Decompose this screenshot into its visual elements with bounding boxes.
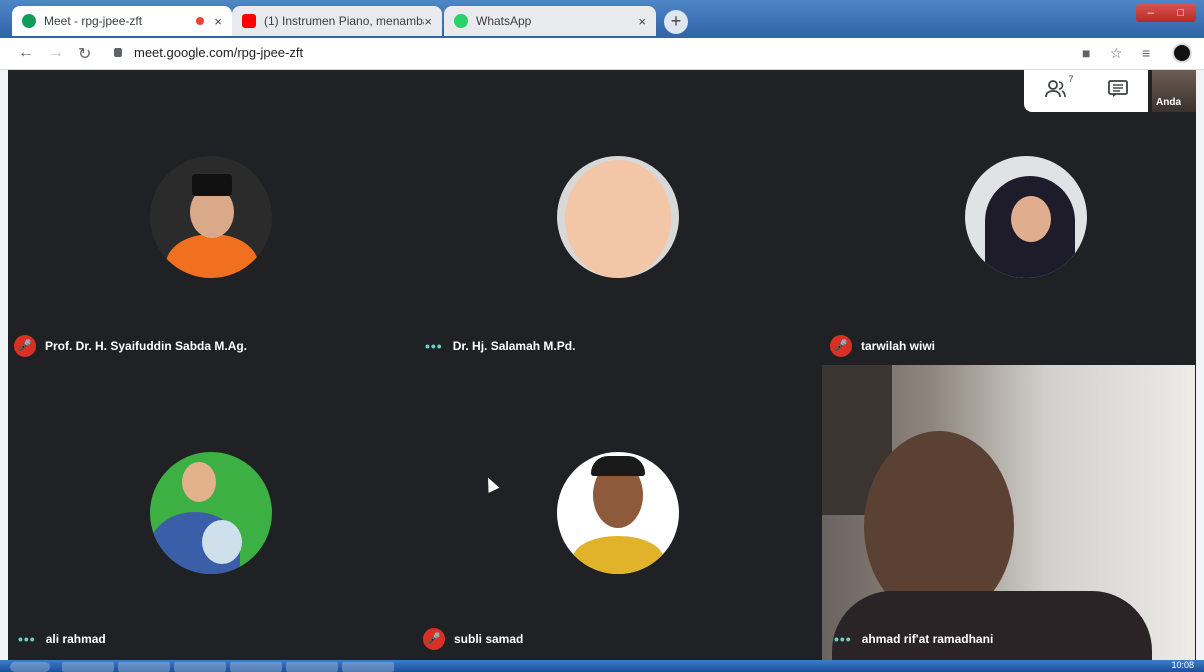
tab-title: (1) Instrumen Piano, menambahk [264,14,425,28]
people-icon[interactable]: 7 [1044,74,1074,103]
os-taskbar: 10:08 [0,660,1204,672]
speaking-dots-icon: ••• [18,631,36,647]
tab-whatsapp[interactable]: WhatsApp × [444,6,656,36]
chat-icon[interactable] [1107,79,1128,103]
star-icon[interactable]: ☆ [1110,45,1123,62]
taskbar-start-button[interactable] [10,662,50,672]
participant-avatar-3 [965,156,1087,278]
avatar-face [565,160,671,278]
participant-video-6 [822,365,1195,660]
people-count: 7 [1068,73,1074,84]
taskbar-app-button[interactable] [342,662,394,672]
left-border [0,70,8,660]
youtube-favicon-icon [242,14,256,28]
browser-tab-strip: Meet - rpg-jpee-zft × (1) Instrumen Pian… [0,0,1204,38]
participant-name: tarwilah wiwi [861,339,936,353]
browser-toolbar: ← → ↻ meet.google.com/rpg-jpee-zft ■ ☆ ≡ [0,38,1204,70]
new-tab-button[interactable]: + [664,10,688,34]
whatsapp-favicon-icon [454,14,468,28]
camera-indicator-icon[interactable]: ■ [1082,45,1090,61]
speaking-dots-icon: ••• [425,338,443,354]
taskbar-app-button[interactable] [230,662,282,672]
participant-avatar-1 [150,156,272,278]
maximize-icon[interactable]: □ [1178,7,1185,19]
avatar-baby [202,520,242,564]
meet-top-panel: 7 [1024,70,1148,112]
taskbar-app-button[interactable] [118,662,170,672]
participant-name: Dr. Hj. Salamah M.Pd. [452,339,576,353]
reload-icon[interactable]: ↻ [78,44,91,64]
participant-avatar-2 [557,156,679,278]
participant-avatar-4 [150,452,272,574]
address-bar[interactable]: meet.google.com/rpg-jpee-zft [114,45,303,60]
forward-arrow-icon[interactable]: → [48,44,64,62]
mic-off-icon: 🎤 [423,628,445,650]
media-queue-icon[interactable]: ≡ [1142,45,1150,61]
tab-close-icon[interactable]: × [638,14,646,29]
taskbar-app-button[interactable] [286,662,338,672]
avatar-hair [591,456,645,476]
tab-title: Meet - rpg-jpee-zft [44,14,143,28]
tab-meet[interactable]: Meet - rpg-jpee-zft × [12,6,232,36]
minimize-icon[interactable]: – [1148,7,1154,19]
tab-youtube[interactable]: (1) Instrumen Piano, menambahk × [232,6,442,36]
avatar-body [166,234,258,278]
participant-name: ahmad rif'at ramadhani [861,632,994,646]
avatar-body [573,536,663,574]
participant-name-row-5: 🎤 subli samad [423,627,523,651]
avatar-cap [192,174,232,196]
speaking-dots-icon: ••• [834,631,852,647]
participant-name: Prof. Dr. H. Syaifuddin Sabda M.Ag. [45,339,248,353]
participant-name: ali rahmad [45,632,106,646]
mic-off-icon: 🎤 [14,335,36,357]
lock-icon [114,48,122,57]
participant-name-row-6: ••• ahmad rif'at ramadhani [830,627,993,651]
participant-name-row-1: 🎤 Prof. Dr. H. Syaifuddin Sabda M.Ag. [14,334,247,358]
tab-close-icon[interactable]: × [214,14,222,29]
self-view-label: Anda [1156,97,1181,108]
taskbar-app-button[interactable] [174,662,226,672]
participant-name: subli samad [454,632,524,646]
profile-avatar[interactable] [1172,43,1192,63]
participant-name-row-3: 🎤 tarwilah wiwi [830,334,935,358]
participant-avatar-5 [557,452,679,574]
avatar-face [1011,196,1051,242]
tab-close-icon[interactable]: × [424,14,432,29]
back-arrow-icon[interactable]: ← [18,44,34,62]
right-border [1196,70,1204,660]
mic-off-icon: 🎤 [830,335,852,357]
recording-dot-icon [196,17,205,25]
window-controls[interactable]: – □ [1136,4,1196,22]
taskbar-app-button[interactable] [62,662,114,672]
participant-name-row-2: ••• Dr. Hj. Salamah M.Pd. [421,334,575,358]
url-text: meet.google.com/rpg-jpee-zft [134,45,304,60]
tab-title: WhatsApp [476,14,532,28]
self-view-tile[interactable]: Anda [1152,70,1196,112]
avatar-head [182,462,216,502]
chat-svg-icon [1107,79,1128,97]
people-svg-icon [1044,79,1066,97]
participant-name-row-4: ••• ali rahmad [14,627,106,651]
taskbar-clock[interactable]: 10:08 [1171,660,1194,670]
meet-favicon-icon [22,14,36,28]
